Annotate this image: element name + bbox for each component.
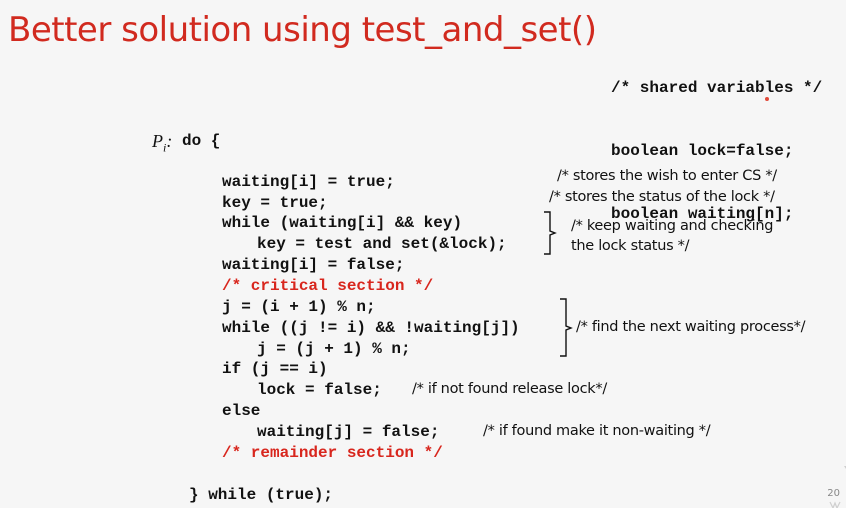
comment-keep-waiting-1: /* keep waiting and checking bbox=[571, 218, 774, 234]
process-label: Pi: bbox=[152, 131, 173, 155]
code-line: j = (i + 1) % n; bbox=[222, 298, 376, 316]
code-line: if (j == i) bbox=[222, 360, 328, 378]
comment-find-next: /* find the next waiting process*/ bbox=[576, 319, 806, 335]
code-line: while ((j != i) && !waiting[j]) bbox=[222, 319, 520, 337]
code-line: waiting[j] = false; bbox=[257, 423, 440, 441]
code-line: key = test and set(&lock); bbox=[257, 235, 507, 253]
comment-found: /* if found make it non-waiting */ bbox=[483, 423, 711, 439]
shared-comment: /* shared variables */ bbox=[611, 79, 823, 97]
comment-keep-waiting-2: the lock status */ bbox=[571, 238, 690, 254]
code-line: waiting[i] = true; bbox=[222, 173, 395, 191]
do-close: } while (true); bbox=[189, 486, 334, 504]
code-line: lock = false; bbox=[257, 381, 382, 399]
right-brace-icon bbox=[560, 298, 573, 357]
code-block: waiting[i] = true; key = true; while (wa… bbox=[0, 0, 520, 504]
shared-variables-block: /* shared variables */ boolean lock=fals… bbox=[611, 36, 822, 246]
code-line: while (waiting[i] && key) bbox=[222, 214, 463, 232]
comment-wish: /* stores the wish to enter CS */ bbox=[557, 168, 777, 184]
critical-section-comment: /* critical section */ bbox=[222, 277, 434, 295]
code-line: key = true; bbox=[222, 194, 328, 212]
comment-not-found: /* if not found release lock*/ bbox=[412, 381, 607, 397]
remainder-section-comment: /* remainder section */ bbox=[222, 444, 443, 462]
laser-pointer-dot bbox=[765, 97, 769, 101]
do-open: do { bbox=[182, 132, 221, 150]
code-line: j = (j + 1) % n; bbox=[257, 340, 411, 358]
logo-icon bbox=[829, 466, 846, 508]
code-line: waiting[i] = false; bbox=[222, 256, 405, 274]
lock-declaration: boolean lock=false; bbox=[611, 142, 794, 160]
comment-status: /* stores the status of the lock */ bbox=[549, 189, 775, 205]
right-brace-icon bbox=[544, 211, 557, 255]
code-line: else bbox=[222, 402, 261, 420]
slide-title: Better solution using test_and_set() bbox=[8, 10, 597, 50]
